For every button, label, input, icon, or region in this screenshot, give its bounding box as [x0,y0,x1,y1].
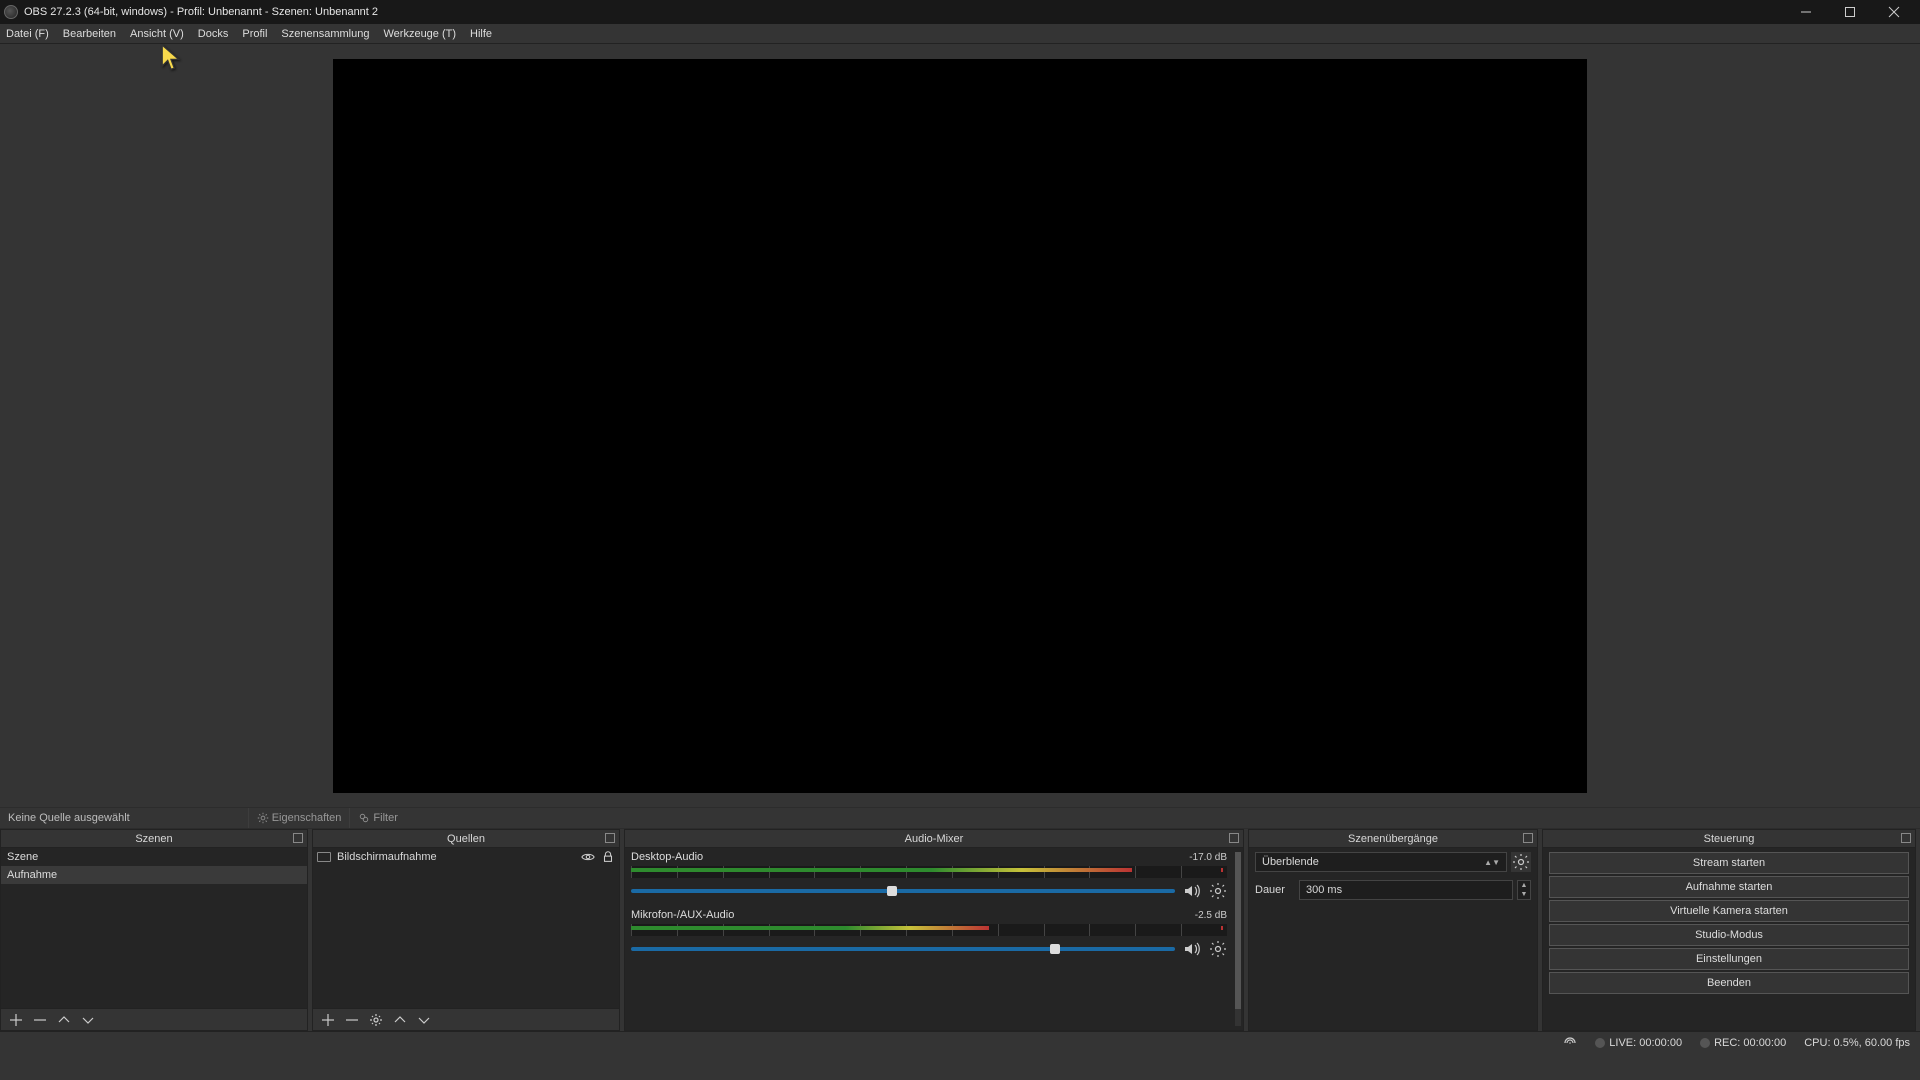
mixer-body: Desktop-Audio -17.0 dB Mikrofon-/AUX-Au [625,848,1243,1030]
menu-profile[interactable]: Profil [242,28,267,40]
preview-canvas[interactable] [333,59,1587,793]
scenes-header[interactable]: Szenen [1,830,307,848]
sources-footer [313,1008,619,1030]
studio-mode-button[interactable]: Studio-Modus [1549,924,1909,946]
window-title: OBS 27.2.3 (64-bit, windows) - Profil: U… [24,6,378,18]
channel-name: Desktop-Audio [631,851,703,863]
exit-button[interactable]: Beenden [1549,972,1909,994]
add-scene-button[interactable] [9,1013,23,1027]
mixer-channel: Desktop-Audio -17.0 dB [625,848,1233,906]
mixer-header[interactable]: Audio-Mixer [625,830,1243,848]
sources-list[interactable]: Bildschirmaufnahme [313,848,619,1008]
sources-dock: Quellen Bildschirmaufnahme [312,829,620,1031]
volume-slider[interactable] [631,947,1175,951]
remove-source-button[interactable] [345,1013,359,1027]
add-source-button[interactable] [321,1013,335,1027]
duration-input[interactable]: 300 ms [1299,880,1513,900]
duration-label: Dauer [1255,884,1295,896]
menu-edit[interactable]: Bearbeiten [63,28,116,40]
channel-name: Mikrofon-/AUX-Audio [631,909,734,921]
transitions-dock: Szenenübergänge Überblende ▲▼ Dauer 300 … [1248,829,1538,1031]
popout-icon[interactable] [1901,833,1911,843]
level-meter [631,866,1227,878]
transition-mode-select[interactable]: Überblende ▲▼ [1255,852,1507,872]
docks-row: Szenen Szene Aufnahme Quellen Bildschirm… [0,829,1920,1031]
signal-icon [1563,1036,1577,1050]
sources-header[interactable]: Quellen [313,830,619,848]
menu-view[interactable]: Ansicht (V) [130,28,184,40]
start-recording-button[interactable]: Aufnahme starten [1549,876,1909,898]
transitions-header[interactable]: Szenenübergänge [1249,830,1537,848]
rec-timer: REC: 00:00:00 [1714,1037,1786,1049]
mute-button[interactable] [1183,940,1201,958]
start-virtual-camera-button[interactable]: Virtuelle Kamera starten [1549,900,1909,922]
preview-area[interactable] [0,44,1920,807]
chevron-up-icon[interactable]: ▲ [1518,881,1530,890]
gear-icon [257,812,269,824]
remove-scene-button[interactable] [33,1013,47,1027]
scene-item[interactable]: Aufnahme [1,866,307,884]
move-source-down-button[interactable] [417,1013,431,1027]
no-source-label: Keine Quelle ausgewählt [0,812,138,824]
level-meter [631,924,1227,936]
popout-icon[interactable] [293,833,303,843]
visibility-icon[interactable] [581,850,595,864]
move-scene-down-button[interactable] [81,1013,95,1027]
move-scene-up-button[interactable] [57,1013,71,1027]
source-item[interactable]: Bildschirmaufnahme [313,848,619,866]
menu-file[interactable]: Datei (F) [6,28,49,40]
title-bar: OBS 27.2.3 (64-bit, windows) - Profil: U… [0,0,1920,24]
menu-help[interactable]: Hilfe [470,28,492,40]
filter-button[interactable]: Filter [349,808,405,828]
obs-logo-icon [4,5,18,19]
live-timer: LIVE: 00:00:00 [1609,1037,1682,1049]
settings-button[interactable]: Einstellungen [1549,948,1909,970]
popout-icon[interactable] [1229,833,1239,843]
display-capture-icon [317,852,331,862]
menu-docks[interactable]: Docks [198,28,229,40]
minimize-button[interactable] [1784,0,1828,24]
controls-header[interactable]: Steuerung [1543,830,1915,848]
channel-settings-button[interactable] [1209,940,1227,958]
channel-settings-button[interactable] [1209,882,1227,900]
start-stream-button[interactable]: Stream starten [1549,852,1909,874]
properties-button[interactable]: Eigenschaften [248,808,350,828]
scenes-dock: Szenen Szene Aufnahme [0,829,308,1031]
transition-settings-button[interactable] [1511,852,1531,872]
source-toolbar: Keine Quelle ausgewählt Eigenschaften Fi… [0,807,1920,829]
source-label: Bildschirmaufnahme [337,851,575,863]
menu-bar: Datei (F) Bearbeiten Ansicht (V) Docks P… [0,24,1920,44]
source-settings-button[interactable] [369,1013,383,1027]
channel-db: -17.0 dB [1189,852,1227,863]
move-source-up-button[interactable] [393,1013,407,1027]
lock-icon[interactable] [601,850,615,864]
menu-scenecollection[interactable]: Szenensammlung [281,28,369,40]
scene-item[interactable]: Szene [1,848,307,866]
maximize-button[interactable] [1828,0,1872,24]
popout-icon[interactable] [1523,833,1533,843]
live-status-dot-icon [1595,1038,1605,1048]
cpu-fps-label: CPU: 0.5%, 60.00 fps [1804,1037,1910,1049]
filter-icon [358,812,370,824]
scenes-footer [1,1008,307,1030]
volume-slider[interactable] [631,889,1175,893]
channel-db: -2.5 dB [1195,910,1227,921]
status-bar: LIVE: 00:00:00 REC: 00:00:00 CPU: 0.5%, … [0,1031,1920,1053]
scenes-list[interactable]: Szene Aufnahme [1,848,307,1008]
controls-body: Stream starten Aufnahme starten Virtuell… [1543,848,1915,1030]
mixer-scrollbar[interactable] [1235,852,1241,1026]
chevron-updown-icon: ▲▼ [1484,858,1500,867]
close-button[interactable] [1872,0,1916,24]
network-indicator [1563,1036,1577,1050]
duration-stepper[interactable]: ▲▼ [1517,880,1531,900]
transitions-body: Überblende ▲▼ Dauer 300 ms ▲▼ [1249,848,1537,1030]
mixer-channel: Mikrofon-/AUX-Audio -2.5 dB [625,906,1233,964]
rec-status-dot-icon [1700,1038,1710,1048]
chevron-down-icon[interactable]: ▼ [1518,890,1530,899]
mute-button[interactable] [1183,882,1201,900]
controls-dock: Steuerung Stream starten Aufnahme starte… [1542,829,1916,1031]
audio-mixer-dock: Audio-Mixer Desktop-Audio -17.0 dB [624,829,1244,1031]
menu-tools[interactable]: Werkzeuge (T) [383,28,456,40]
popout-icon[interactable] [605,833,615,843]
